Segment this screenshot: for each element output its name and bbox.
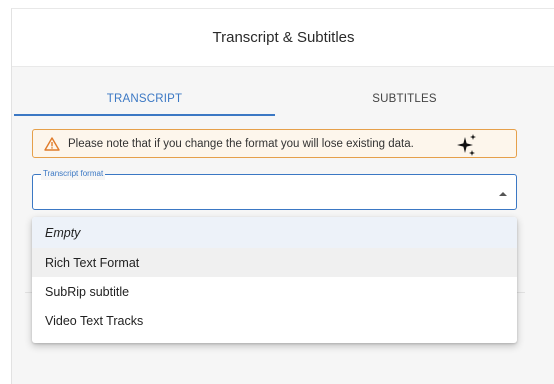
tab-subtitles[interactable]: SUBTITLES [275,80,534,117]
option-subrip-subtitle[interactable]: SubRip subtitle [32,277,517,306]
option-video-text-tracks[interactable]: Video Text Tracks [32,306,517,335]
tab-bar: TRANSCRIPT SUBTITLES [14,80,534,120]
dialog-header: Transcript & Subtitles [12,9,554,67]
sparkle-icon [456,133,478,157]
option-rich-text-format[interactable]: Rich Text Format [32,248,517,277]
tab-transcript[interactable]: TRANSCRIPT [14,80,275,117]
dialog-title: Transcript & Subtitles [212,29,355,46]
option-empty[interactable]: Empty [32,217,517,248]
warning-text: Please note that if you change the forma… [68,137,414,150]
warning-triangle-icon [44,136,60,151]
transcript-format-select[interactable]: Transcript format [32,168,517,210]
transcript-format-label: Transcript format [41,168,106,180]
format-dropdown-menu: Empty Rich Text Format SubRip subtitle V… [32,217,517,343]
caret-up-icon[interactable] [499,192,507,196]
active-tab-indicator [14,114,275,116]
format-change-warning: Please note that if you change the forma… [32,129,517,158]
